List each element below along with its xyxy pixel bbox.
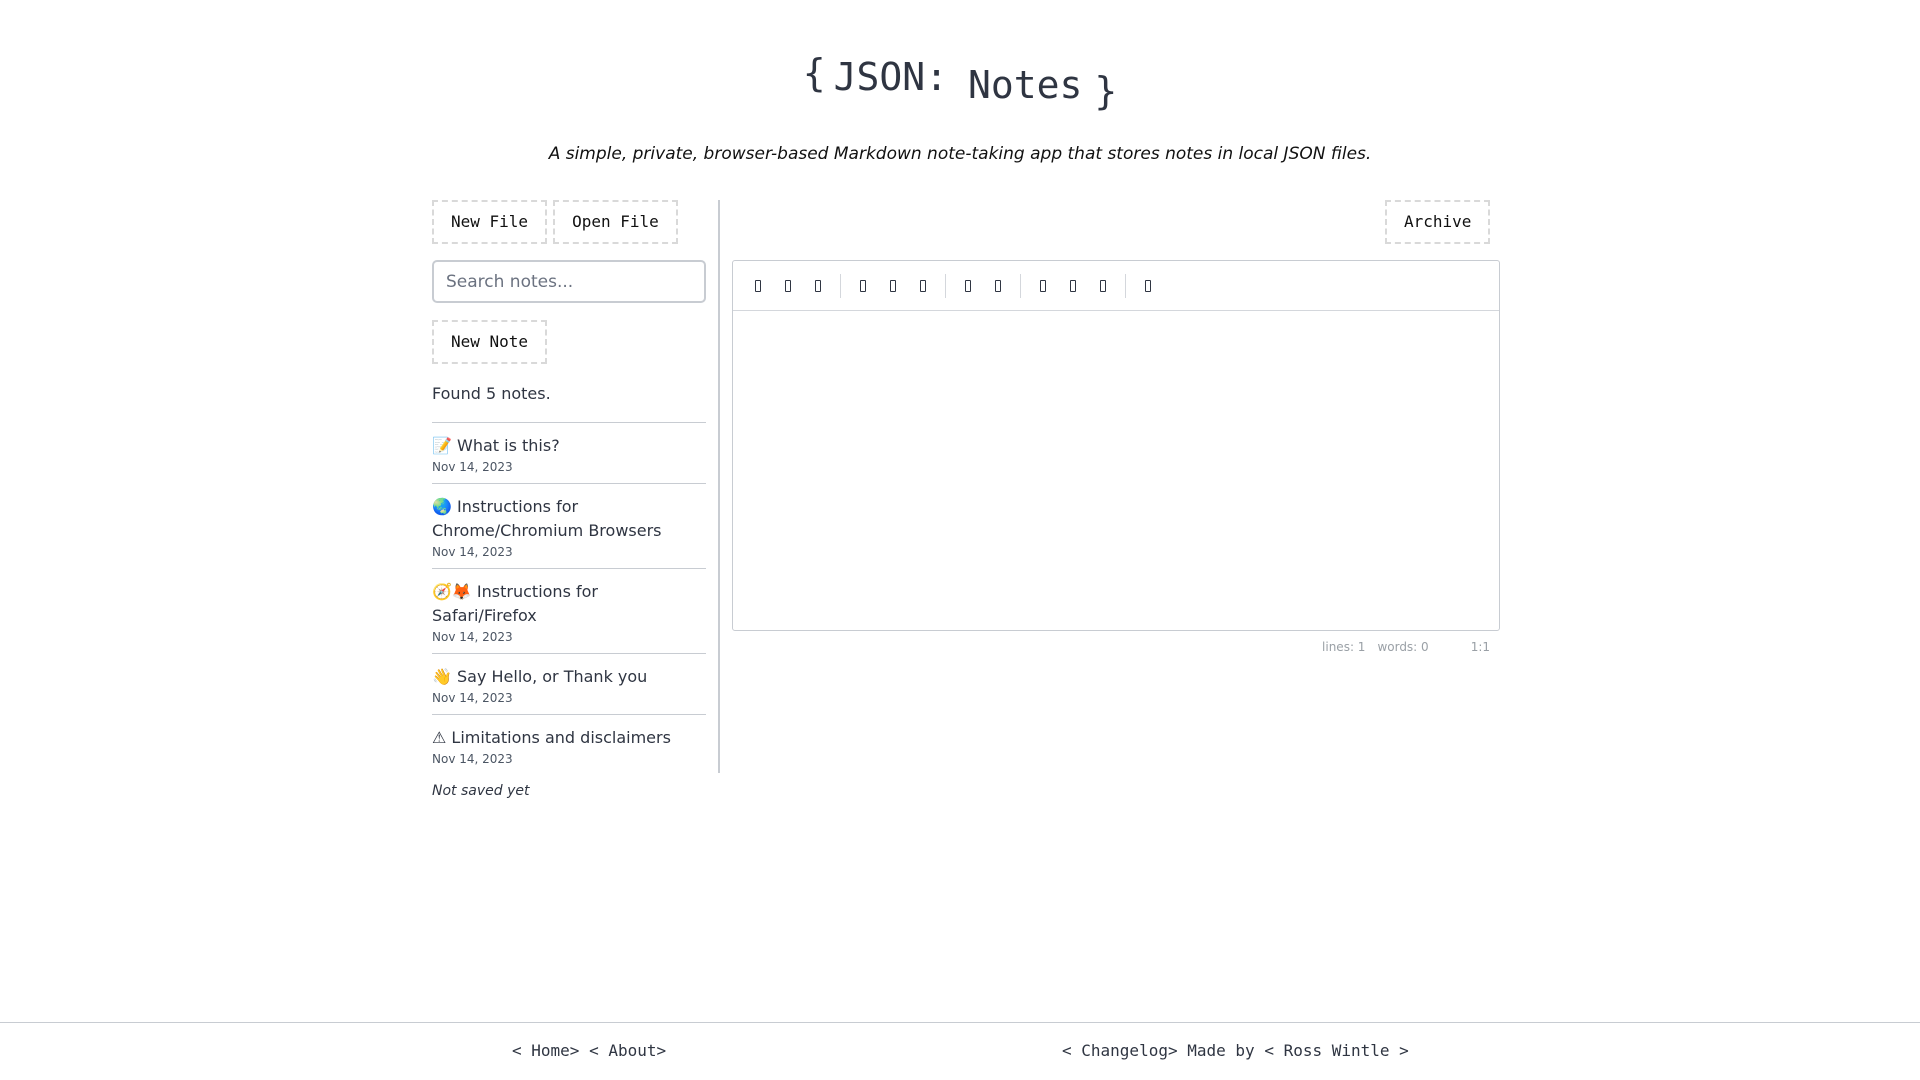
title-brace-open: { [802, 51, 826, 95]
link-icon-glyph [965, 279, 971, 292]
note-title: 👋 Say Hello, or Thank you [432, 667, 648, 686]
page-subtitle: A simple, private, browser-based Markdow… [548, 144, 1372, 164]
title-brace-close: } [1094, 69, 1118, 113]
line-count: lines: 1 [1322, 640, 1366, 654]
about-link[interactable]: < About> [589, 1041, 666, 1060]
note-title: 🌏 Instructions for Chrome/Chromium Brows… [432, 497, 662, 540]
editor-statusbar: lines: 1 words: 0 1:1 [732, 640, 1500, 654]
image-icon[interactable] [983, 271, 1013, 301]
italic-icon[interactable] [773, 271, 803, 301]
home-link[interactable]: < Home> [512, 1041, 579, 1060]
made-by-text: Made by [1187, 1041, 1255, 1060]
list-item[interactable]: 🧭🦊 Instructions for Safari/Firefox Nov 1… [432, 569, 706, 654]
list-item[interactable]: ⚠ Limitations and disclaimers Nov 14, 20… [432, 715, 706, 775]
file-buttons: New File Open File [432, 200, 706, 244]
quote-icon-glyph [860, 279, 866, 292]
note-date: Nov 14, 2023 [432, 545, 513, 559]
bold-icon-glyph [755, 279, 761, 292]
list-item[interactable]: 🌏 Instructions for Chrome/Chromium Brows… [432, 484, 706, 569]
ordered-list-icon-glyph [920, 279, 926, 292]
archive-button[interactable]: Archive [1385, 200, 1491, 244]
image-icon-glyph [995, 279, 1001, 292]
open-file-button[interactable]: Open File [553, 200, 678, 244]
unordered-list-icon-glyph [890, 279, 896, 292]
quote-icon[interactable] [848, 271, 878, 301]
note-date: Nov 14, 2023 [432, 630, 513, 644]
footer-left: < Home> < About> [512, 1041, 666, 1060]
changelog-link[interactable]: < Changelog> [1062, 1041, 1178, 1060]
side-by-side-icon[interactable] [1058, 271, 1088, 301]
fullscreen-icon-glyph [1100, 279, 1106, 292]
title-json: JSON: [833, 55, 948, 99]
notes-found-count: Found 5 notes. [432, 384, 551, 403]
editor-toolbar [733, 261, 1499, 311]
side-by-side-icon-glyph [1070, 279, 1076, 292]
note-title: 📝 What is this? [432, 436, 560, 455]
new-file-button[interactable]: New File [432, 200, 548, 244]
note-title: ⚠ Limitations and disclaimers [432, 728, 671, 747]
page-title: {JSON: Notes} [0, 54, 1920, 110]
search-input[interactable] [432, 260, 706, 303]
app-page: {JSON: Notes} A simple, private, browser-… [0, 0, 1920, 1080]
note-list: 📝 What is this? Nov 14, 2023 🌏 Instructi… [432, 422, 706, 775]
note-title: 🧭🦊 Instructions for Safari/Firefox [432, 582, 598, 625]
markdown-editor [732, 260, 1500, 631]
author-link[interactable]: < Ross Wintle > [1264, 1041, 1409, 1060]
fullscreen-icon[interactable] [1088, 271, 1118, 301]
list-item[interactable]: 👋 Say Hello, or Thank you Nov 14, 2023 [432, 654, 706, 715]
cursor-position: 1:1 [1470, 640, 1490, 654]
help-icon[interactable] [1133, 271, 1163, 301]
preview-icon-glyph [1040, 279, 1046, 292]
title-notes: Notes [968, 63, 1083, 107]
toolbar-separator [1020, 273, 1021, 298]
footer-right: < Changelog> Made by < Ross Wintle > [1062, 1041, 1409, 1060]
column-divider [718, 200, 720, 773]
heading-icon[interactable] [803, 271, 833, 301]
heading-icon-glyph [815, 279, 821, 292]
editor-text-area[interactable] [733, 311, 1499, 629]
preview-icon[interactable] [1028, 271, 1058, 301]
help-icon-glyph [1145, 279, 1151, 292]
ordered-list-icon[interactable] [908, 271, 938, 301]
note-date: Nov 14, 2023 [432, 460, 513, 474]
link-icon[interactable] [953, 271, 983, 301]
word-count: words: 0 [1377, 640, 1429, 654]
italic-icon-glyph [785, 279, 791, 292]
bold-icon[interactable] [743, 271, 773, 301]
note-date: Nov 14, 2023 [432, 691, 513, 705]
toolbar-separator [1125, 273, 1126, 298]
footer-divider [0, 1022, 1920, 1023]
toolbar-separator [945, 273, 946, 298]
unordered-list-icon[interactable] [878, 271, 908, 301]
save-status: Not saved yet [432, 783, 530, 799]
note-date: Nov 14, 2023 [432, 752, 513, 766]
new-note-wrap: New Note [432, 320, 706, 364]
new-note-button[interactable]: New Note [432, 320, 548, 364]
toolbar-separator [840, 273, 841, 298]
list-item[interactable]: 📝 What is this? Nov 14, 2023 [432, 423, 706, 484]
sidebar: New File Open File New Note Found 5 note… [432, 200, 706, 799]
